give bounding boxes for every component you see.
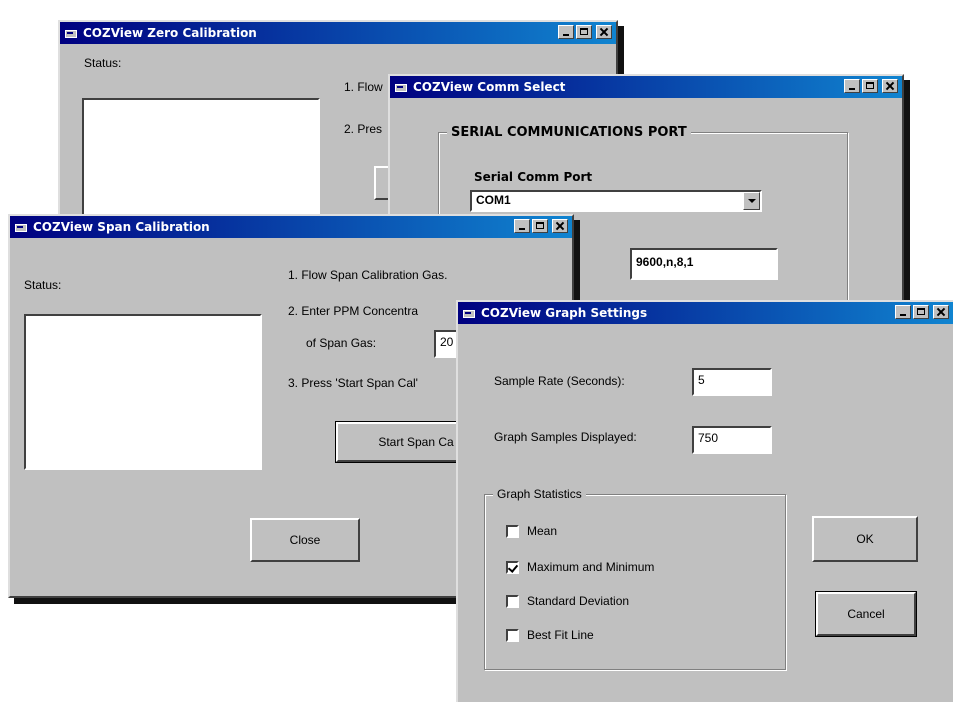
group-title: Graph Statistics bbox=[493, 487, 586, 501]
statistic-checkbox[interactable]: Standard Deviation bbox=[506, 594, 629, 608]
statistic-checkbox[interactable]: Maximum and Minimum bbox=[506, 560, 654, 574]
checkbox-icon[interactable] bbox=[506, 524, 519, 538]
group-title: SERIAL COMMUNICATIONS PORT bbox=[447, 125, 691, 140]
serial-port-label: Serial Comm Port bbox=[474, 170, 593, 184]
statistic-label: Maximum and Minimum bbox=[527, 560, 655, 574]
maximize-icon[interactable] bbox=[862, 79, 878, 93]
ok-button[interactable]: OK bbox=[812, 516, 918, 562]
selected-port: COM1 bbox=[476, 193, 511, 207]
checkbox-icon[interactable] bbox=[506, 594, 519, 608]
window-title: COZView Zero Calibration bbox=[83, 26, 257, 40]
status-box bbox=[82, 98, 320, 228]
graph-settings-titlebar[interactable]: COZView Graph Settings bbox=[458, 302, 953, 324]
close-icon[interactable] bbox=[596, 25, 612, 39]
serial-port-select[interactable]: COM1 bbox=[470, 190, 762, 212]
samples-displayed-label: Graph Samples Displayed: bbox=[494, 430, 637, 444]
status-label: Status: bbox=[84, 56, 122, 70]
step-2-text: 2. Enter PPM Concentra bbox=[288, 304, 419, 318]
comm-select-titlebar[interactable]: COZView Comm Select bbox=[390, 76, 902, 98]
minimize-icon[interactable] bbox=[558, 25, 574, 39]
maximize-icon[interactable] bbox=[576, 25, 592, 39]
close-icon[interactable] bbox=[552, 219, 568, 233]
window-title: COZView Span Calibration bbox=[33, 220, 210, 234]
statistic-checkbox[interactable]: Best Fit Line bbox=[506, 628, 594, 642]
statistic-label: Best Fit Line bbox=[527, 628, 594, 642]
window-title: COZView Graph Settings bbox=[481, 306, 648, 320]
sample-rate-input[interactable]: 5 bbox=[692, 368, 772, 396]
settings-field[interactable]: 9600,n,8,1 bbox=[630, 248, 778, 280]
maximize-icon[interactable] bbox=[532, 219, 548, 233]
statistic-label: Mean bbox=[527, 524, 558, 538]
samples-displayed-input[interactable]: 750 bbox=[692, 426, 772, 454]
minimize-icon[interactable] bbox=[895, 305, 911, 319]
zero-calibration-titlebar[interactable]: COZView Zero Calibration bbox=[60, 22, 616, 44]
cancel-button[interactable]: Cancel bbox=[815, 591, 917, 637]
step-2b-text: of Span Gas: bbox=[306, 336, 377, 350]
step-1-text: 1. Flow bbox=[344, 80, 383, 94]
app-icon bbox=[394, 81, 408, 93]
span-calibration-titlebar[interactable]: COZView Span Calibration bbox=[10, 216, 572, 238]
chevron-down-icon[interactable] bbox=[743, 192, 760, 210]
status-box bbox=[24, 314, 262, 470]
maximize-icon[interactable] bbox=[913, 305, 929, 319]
app-icon bbox=[462, 307, 476, 319]
window-title: COZView Comm Select bbox=[413, 80, 566, 94]
sample-rate-label: Sample Rate (Seconds): bbox=[494, 374, 625, 388]
step-3-text: 3. Press 'Start Span Cal' bbox=[288, 376, 418, 390]
minimize-icon[interactable] bbox=[514, 219, 530, 233]
checkbox-icon[interactable] bbox=[506, 628, 519, 642]
step-1-text: 1. Flow Span Calibration Gas. bbox=[288, 268, 448, 282]
step-2-text: 2. Pres bbox=[344, 122, 383, 136]
app-icon bbox=[64, 27, 78, 39]
statistic-label: Standard Deviation bbox=[527, 594, 630, 608]
graph-settings-window: COZView Graph Settings Sample Rate (Seco… bbox=[456, 300, 953, 702]
minimize-icon[interactable] bbox=[844, 79, 860, 93]
app-icon bbox=[14, 221, 28, 233]
close-icon[interactable] bbox=[882, 79, 898, 93]
status-label: Status: bbox=[24, 278, 62, 292]
checkbox-checked-icon[interactable] bbox=[506, 560, 519, 574]
close-button[interactable]: Close bbox=[250, 518, 360, 562]
graph-statistics-group: Graph Statistics bbox=[484, 487, 786, 670]
statistic-checkbox[interactable]: Mean bbox=[506, 524, 557, 538]
close-icon[interactable] bbox=[933, 305, 949, 319]
